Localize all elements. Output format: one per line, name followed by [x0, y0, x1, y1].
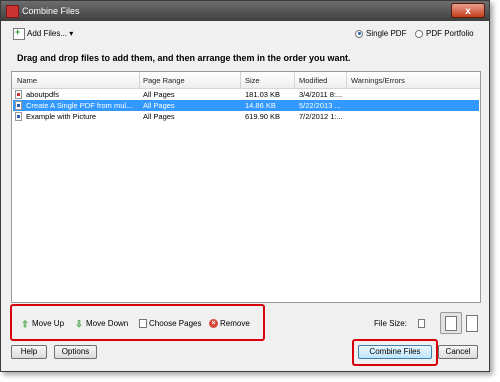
- file-modified: 7/2/2012 1:...: [299, 112, 343, 121]
- file-modified: 5/22/2013 ...: [299, 101, 341, 110]
- file-list[interactable]: Name Page Range Size Modified Warnings/E…: [11, 71, 481, 303]
- file-size-large-icon[interactable]: [466, 315, 478, 332]
- file-modified: 3/4/2011 8:...: [299, 90, 343, 99]
- radio-single-pdf[interactable]: Single PDF: [355, 28, 406, 40]
- add-files-button[interactable]: Add Files... ▾: [13, 26, 74, 40]
- word-file-icon: [15, 112, 22, 121]
- title-bar: Combine Files x: [1, 1, 489, 21]
- file-size: 181.03 KB: [245, 90, 281, 99]
- file-row[interactable]: aboutpdfs All Pages 181.03 KB 3/4/2011 8…: [13, 89, 479, 100]
- radio-selected-icon: [355, 29, 363, 38]
- file-size-medium-icon: [445, 316, 457, 331]
- column-divider[interactable]: [294, 72, 295, 88]
- file-size: 619.90 KB: [245, 112, 281, 121]
- annotation-highlight-combine: [352, 339, 438, 366]
- column-divider[interactable]: [240, 72, 241, 88]
- file-row-selected[interactable]: Create A Single PDF from mul... All Page…: [13, 100, 479, 111]
- radio-pdf-portfolio[interactable]: PDF Portfolio: [415, 28, 474, 40]
- column-header-page-range[interactable]: Page Range: [143, 76, 185, 85]
- close-button[interactable]: x: [451, 3, 485, 18]
- file-page-range: All Pages: [143, 90, 175, 99]
- annotation-highlight-toolbar: [10, 304, 265, 341]
- file-page-range: All Pages: [143, 101, 175, 110]
- column-divider[interactable]: [346, 72, 347, 88]
- acrobat-app-icon: [6, 5, 19, 18]
- chevron-down-icon: ▾: [69, 29, 74, 39]
- file-name: Create A Single PDF from mul...: [26, 101, 133, 110]
- file-size: 14.86 KB: [245, 101, 276, 110]
- instructions-text: Drag and drop files to add them, and the…: [17, 53, 351, 63]
- column-header-warnings[interactable]: Warnings/Errors: [351, 76, 405, 85]
- column-header-name[interactable]: Name: [17, 76, 37, 85]
- file-size-label: File Size:: [374, 319, 407, 328]
- file-name: aboutpdfs: [26, 90, 59, 99]
- file-name: Example with Picture: [26, 112, 97, 121]
- file-page-range: All Pages: [143, 112, 175, 121]
- word-file-icon: [15, 101, 22, 110]
- file-size-small-icon[interactable]: [418, 319, 425, 328]
- radio-unselected-icon: [415, 29, 423, 38]
- column-header-modified[interactable]: Modified: [299, 76, 327, 85]
- options-button[interactable]: Options: [54, 345, 97, 359]
- column-header-size[interactable]: Size: [245, 76, 260, 85]
- radio-single-pdf-label: Single PDF: [366, 29, 407, 38]
- file-list-header: Name Page Range Size Modified Warnings/E…: [12, 72, 480, 89]
- window-title: Combine Files: [22, 6, 80, 16]
- add-files-label: Add Files...: [27, 29, 68, 39]
- radio-pdf-portfolio-label: PDF Portfolio: [426, 29, 474, 38]
- column-divider[interactable]: [139, 72, 140, 88]
- cancel-button[interactable]: Cancel: [438, 345, 478, 359]
- combine-files-dialog: Combine Files x Add Files... ▾ Single PD…: [0, 0, 490, 372]
- pdf-file-icon: [15, 90, 22, 99]
- file-row[interactable]: Example with Picture All Pages 619.90 KB…: [13, 111, 479, 122]
- add-files-icon: [13, 26, 25, 40]
- help-button[interactable]: Help: [11, 345, 47, 359]
